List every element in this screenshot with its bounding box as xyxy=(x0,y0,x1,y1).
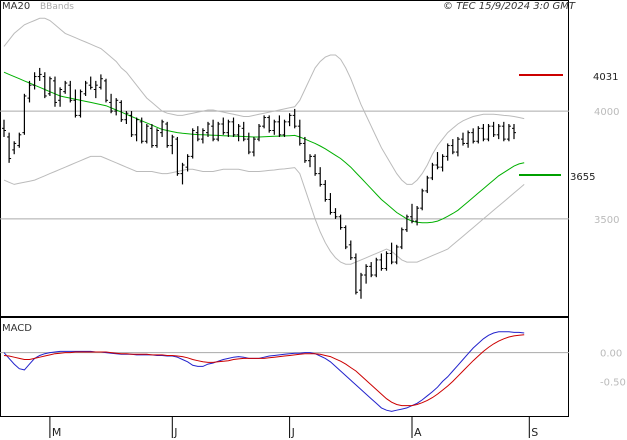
chart-root: MA20 BBands © TEC 15/9/2024 3:0 GMT MACD… xyxy=(0,0,626,439)
x-tick-label: J xyxy=(291,426,295,439)
support-level-label: 3655 xyxy=(570,172,595,183)
ma-legend-label: MA20 xyxy=(2,1,30,12)
macd-label: MACD xyxy=(2,323,32,334)
copyright-label: © TEC 15/9/2024 3:0 GMT xyxy=(443,1,576,12)
x-tick-label: A xyxy=(414,426,422,439)
resistance-level-label: 4031 xyxy=(593,72,618,83)
price-tick-label: 3500 xyxy=(594,215,619,226)
x-tick-label: S xyxy=(531,426,538,439)
x-tick-label: M xyxy=(52,426,62,439)
macd-tick-label: 0.00 xyxy=(600,349,622,360)
bbands-legend-label: BBands xyxy=(40,2,74,12)
price-tick-label: 4000 xyxy=(594,107,619,118)
x-tick-label: J xyxy=(173,426,177,439)
macd-tick-label: -0.50 xyxy=(600,377,626,388)
